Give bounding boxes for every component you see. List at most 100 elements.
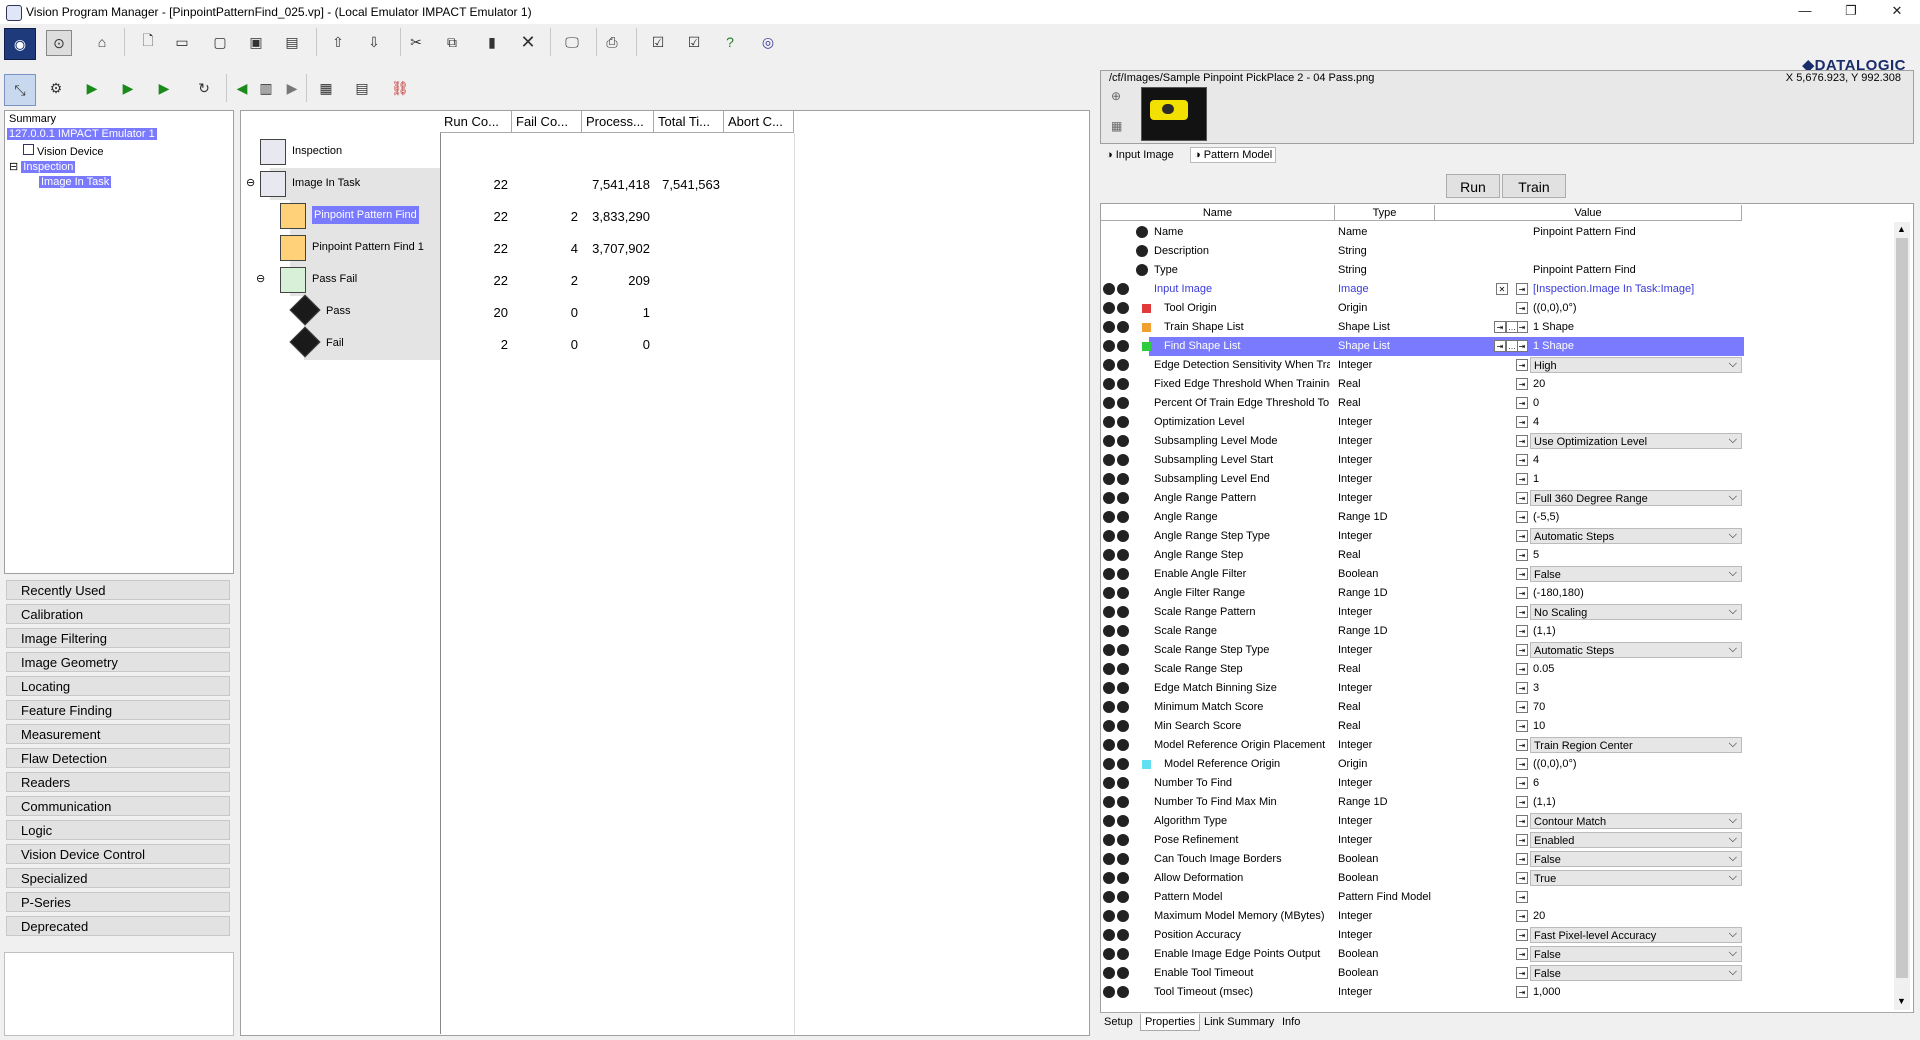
property-row[interactable]: Angle Filter Range Range 1D ⇥ (-180,180) [1102,584,1742,603]
link-button-icon[interactable]: ⇥ [1516,777,1528,789]
property-value[interactable]: 1 Shape [1530,319,1742,335]
category-logic[interactable]: Logic [6,820,230,840]
tab-setup[interactable]: Setup [1104,1016,1133,1028]
save-icon[interactable]: ▣ [244,30,268,54]
run-button[interactable]: Run [1446,174,1500,198]
edit-shapes-icon[interactable]: ⇥ [1494,340,1506,352]
folder-icon[interactable]: ▢ [208,30,232,54]
property-dropdown[interactable]: False [1530,946,1742,962]
link-button-icon[interactable]: ⇥ [1516,948,1528,960]
link-input-icon[interactable] [1103,454,1115,466]
link-input-icon[interactable] [1103,853,1115,865]
property-row[interactable]: Enable Image Edge Points Output Boolean ⇥ F… [1102,945,1742,964]
maximize-button[interactable]: ❐ [1828,0,1874,24]
table-row[interactable]: Pinpoint Pattern Find 1 22 4 3,707,902 [242,232,796,264]
link-button-icon[interactable]: ⇥ [1516,701,1528,713]
delete-icon[interactable]: ✕ [516,30,540,54]
link-input-icon[interactable] [1103,359,1115,371]
info-icon[interactable] [1117,321,1129,333]
category-calibration[interactable]: Calibration [6,604,230,624]
info-icon[interactable] [1117,948,1129,960]
property-row[interactable]: Name Name Pinpoint Pattern Find [1102,223,1742,242]
minimize-button[interactable]: — [1782,0,1828,24]
category-image-filtering[interactable]: Image Filtering [6,628,230,648]
property-value[interactable]: (1,1) [1530,794,1742,810]
grid-icon[interactable]: ▦ [1111,119,1122,133]
property-row[interactable]: Enable Angle Filter Boolean ⇥ False [1102,565,1742,584]
link-input-icon[interactable] [1103,625,1115,637]
checklist-icon[interactable]: ☑ [646,30,670,54]
link-input-icon[interactable] [1103,473,1115,485]
col-fail-count[interactable]: Fail Co... [512,111,582,133]
link-button-icon[interactable]: ⇥ [1516,606,1528,618]
property-dropdown[interactable]: Use Optimization Level [1530,433,1742,449]
category-communication[interactable]: Communication [6,796,230,816]
property-row[interactable]: Can Touch Image Borders Boolean ⇥ False [1102,850,1742,869]
info-icon[interactable] [1117,587,1129,599]
property-dropdown[interactable]: Full 360 Degree Range [1530,490,1742,506]
property-value[interactable]: (-180,180) [1530,585,1742,601]
property-row[interactable]: Angle Range Step Real ⇥ 5 [1102,546,1742,565]
link-button-icon[interactable]: ⇥ [1516,454,1528,466]
property-row[interactable]: Min Search Score Real ⇥ 10 [1102,717,1742,736]
link-input-icon[interactable] [1103,834,1115,846]
property-dropdown[interactable]: No Scaling [1530,604,1742,620]
link-input-icon[interactable] [1103,663,1115,675]
property-value[interactable]: [Inspection.Image In Task:Image] [1530,281,1742,297]
link-input-icon[interactable] [1103,682,1115,694]
stack-icon[interactable]: ▦ [314,76,338,100]
checklist-alt-icon[interactable]: ☑ [682,30,706,54]
category-deprecated[interactable]: Deprecated [6,916,230,936]
property-row[interactable]: Number To Find Integer ⇥ 6 [1102,774,1742,793]
save-all-icon[interactable]: ▤ [280,30,304,54]
link-button-icon[interactable]: ⇥ [1516,796,1528,808]
property-row[interactable]: Angle Range Pattern Integer ⇥ Full 360 Degr… [1102,489,1742,508]
link-button-icon[interactable]: ⇥ [1516,929,1528,941]
train-button[interactable]: Train [1502,174,1566,198]
link-button-icon[interactable]: ⇥ [1516,492,1528,504]
category-readers[interactable]: Readers [6,772,230,792]
link-button-icon[interactable]: ⇥ [1516,473,1528,485]
property-value[interactable]: 0.05 [1530,661,1742,677]
link-button-icon[interactable]: ⇥ [1516,739,1528,751]
prop-col-value[interactable]: Value [1435,205,1742,221]
property-row[interactable]: Description String [1102,242,1742,261]
print-icon[interactable]: ⎙ [600,30,624,54]
property-value[interactable]: 4 [1530,414,1742,430]
previous-icon[interactable]: ◀ [230,76,254,100]
info-icon[interactable] [1117,454,1129,466]
category-image-geometry[interactable]: Image Geometry [6,652,230,672]
about-icon[interactable]: ◎ [756,30,780,54]
property-row[interactable]: Fixed Edge Threshold When Training Real ⇥ 2… [1102,375,1742,394]
link-button-icon[interactable]: ⇥ [1516,967,1528,979]
link-button-icon[interactable]: ⇥ [1516,720,1528,732]
property-row[interactable]: Subsampling Level Mode Integer ⇥ Use Optimi… [1102,432,1742,451]
property-value[interactable]: (1,1) [1530,623,1742,639]
ellipsis-button[interactable]: … [1506,321,1518,333]
info-icon[interactable] [1117,473,1129,485]
ellipsis-button[interactable]: … [1506,340,1518,352]
info-icon[interactable] [1117,986,1129,998]
link-input-icon[interactable] [1103,739,1115,751]
properties-scrollbar[interactable]: ▲ ▼ [1894,222,1910,1010]
property-row[interactable]: Number To Find Max Min Range 1D ⇥ (1,1) [1102,793,1742,812]
category-vision-device-control[interactable]: Vision Device Control [6,844,230,864]
property-row[interactable]: Optimization Level Integer ⇥ 4 [1102,413,1742,432]
property-value[interactable]: 0 [1530,395,1742,411]
info-icon[interactable] [1117,663,1129,675]
home-icon[interactable]: ⌂ [90,30,114,54]
scroll-thumb[interactable] [1896,238,1908,978]
image-thumbnail[interactable] [1141,87,1207,141]
info-icon[interactable] [1117,511,1129,523]
copy-icon[interactable]: ⧉ [440,30,464,54]
tab-input-image[interactable]: ◑ Input Image [1106,149,1174,161]
property-dropdown[interactable]: Contour Match [1530,813,1742,829]
info-icon[interactable] [1117,416,1129,428]
category-flaw-detection[interactable]: Flaw Detection [6,748,230,768]
record-icon[interactable]: ⊙ [46,30,72,56]
property-row[interactable]: Enable Tool Timeout Boolean ⇥ False [1102,964,1742,983]
category-recently-used[interactable]: Recently Used [6,580,230,600]
close-button[interactable]: ✕ [1874,0,1920,24]
link-input-icon[interactable] [1103,872,1115,884]
info-icon[interactable] [1117,701,1129,713]
